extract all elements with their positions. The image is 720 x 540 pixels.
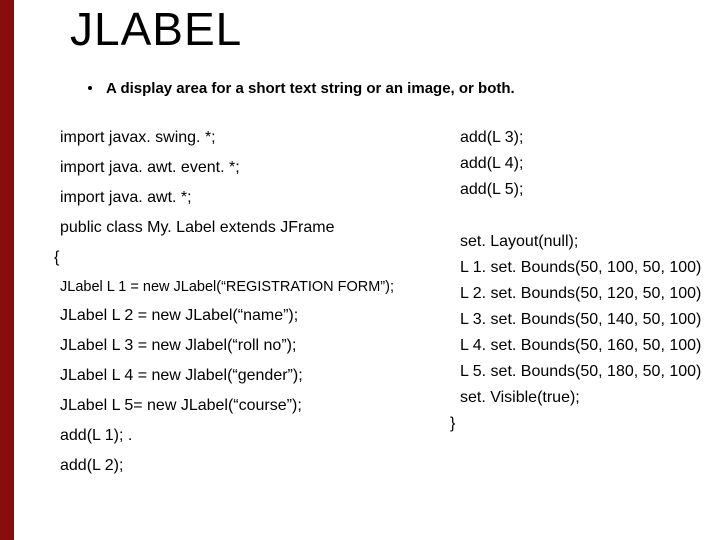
code-column-left: import javax. swing. *; import java. awt… (60, 128, 440, 486)
code-line: { (54, 248, 440, 268)
code-line: JLabel L 3 = new Jlabel(“roll no”); (60, 336, 440, 356)
code-line: L 2. set. Bounds(50, 120, 50, 100) (460, 284, 720, 304)
code-line: add(L 5); (460, 180, 720, 200)
code-line: add(L 4); (460, 154, 720, 174)
code-line: JLabel L 1 = new JLabel(“REGISTRATION FO… (60, 278, 440, 296)
code-line: L 3. set. Bounds(50, 140, 50, 100) (460, 310, 720, 330)
bullet-text: A display area for a short text string o… (106, 80, 515, 97)
accent-bar (0, 0, 14, 540)
code-line: add(L 1); . (60, 426, 440, 446)
code-line: JLabel L 2 = new JLabel(“name”); (60, 306, 440, 326)
bullet-icon (88, 86, 92, 90)
code-line: JLabel L 5= new JLabel(“course”); (60, 396, 440, 416)
code-line: L 5. set. Bounds(50, 180, 50, 100) (460, 362, 720, 382)
code-line: L 4. set. Bounds(50, 160, 50, 100) (460, 336, 720, 356)
code-line: import java. awt. event. *; (60, 158, 440, 178)
code-line: add(L 3); (460, 128, 720, 148)
code-line: public class My. Label extends JFrame (60, 218, 440, 238)
code-line: add(L 2); (60, 456, 440, 476)
code-line: } (450, 414, 720, 434)
code-line: set. Visible(true); (460, 388, 720, 408)
code-line: L 1. set. Bounds(50, 100, 50, 100) (460, 258, 720, 278)
code-column-right: add(L 3); add(L 4); add(L 5); set. Layou… (460, 128, 720, 440)
code-line: import javax. swing. *; (60, 128, 440, 148)
code-line: set. Layout(null); (460, 232, 720, 252)
code-line: import java. awt. *; (60, 188, 440, 208)
slide-title: JLABEL (70, 2, 242, 56)
bullet-line: A display area for a short text string o… (88, 80, 515, 97)
code-line: JLabel L 4 = new Jlabel(“gender”); (60, 366, 440, 386)
